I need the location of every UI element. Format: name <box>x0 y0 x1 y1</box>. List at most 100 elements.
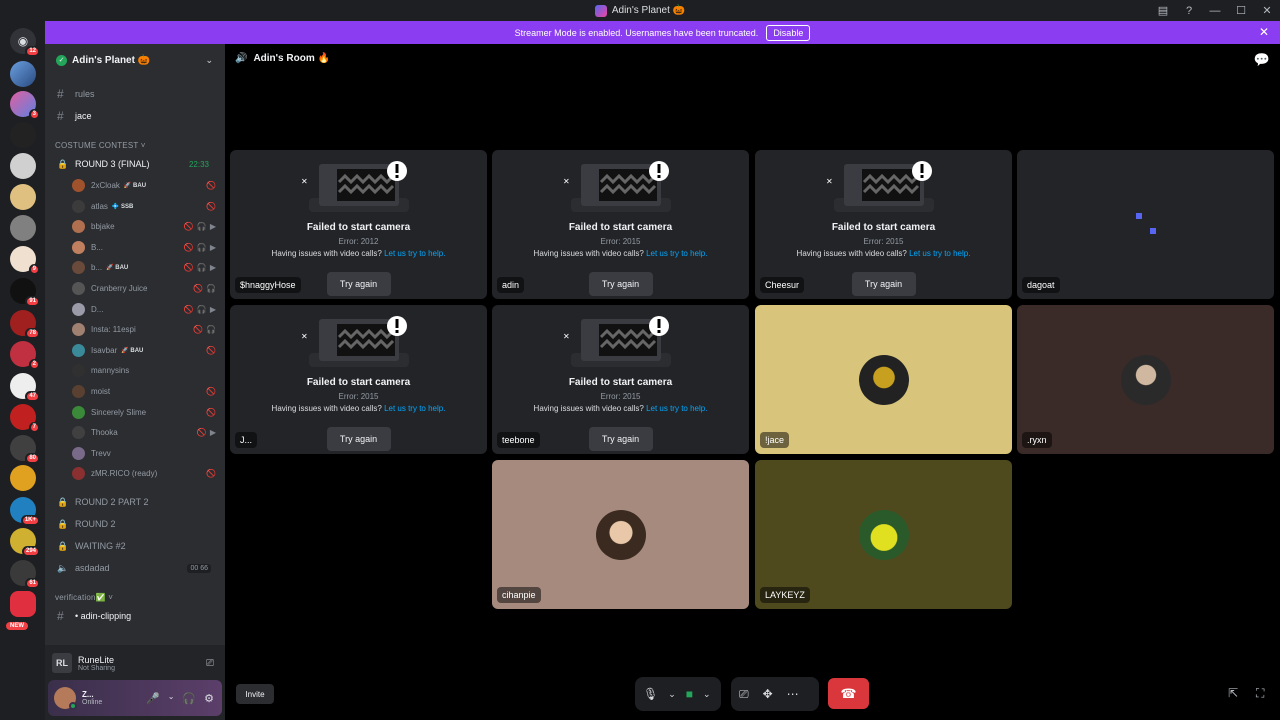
server-icon[interactable]: 91 <box>10 278 40 307</box>
category-costume-contest[interactable]: COSTUME CONTEST ˅ <box>55 141 146 150</box>
inbox-icon[interactable]: ▤ <box>1150 0 1176 21</box>
microphone-icon[interactable]: 🎤 <box>146 692 160 705</box>
voice-user[interactable]: Trevv <box>72 444 220 463</box>
server-icon[interactable] <box>10 122 36 148</box>
voice-user[interactable]: Isavbar 🚀 BAU 🚫 <box>72 341 220 360</box>
server-icon[interactable] <box>10 153 36 179</box>
error-title: Failed to start camera <box>568 222 673 233</box>
video-tile[interactable]: ✕ Failed to start camera Error: 2015 Having… <box>492 305 749 454</box>
invite-button[interactable]: Invite <box>236 684 274 704</box>
category-verification[interactable]: verification✅ ˅ <box>55 593 113 602</box>
avatar[interactable] <box>54 687 77 710</box>
chevron-down-icon[interactable]: ⌄ <box>668 689 676 700</box>
headphones-icon[interactable]: 🎧 <box>182 692 196 705</box>
voice-user[interactable]: 2xCloak 🚀 BAU 🚫 <box>72 176 220 195</box>
help-link[interactable]: Let us try to help. <box>646 249 707 258</box>
server-icon[interactable] <box>10 591 36 617</box>
try-again-button[interactable]: Try again <box>851 272 916 296</box>
more-options-icon[interactable]: ⋯ <box>787 687 799 701</box>
screen-share-icon[interactable]: ⎚ <box>206 658 214 669</box>
help-link[interactable]: Let us try to help. <box>646 404 707 413</box>
video-tile[interactable]: dagoat <box>1017 150 1274 299</box>
voice-user-name: zMR.RICO (ready) <box>91 469 158 479</box>
voice-user[interactable]: D... 🚫 🎧 ▶ <box>72 300 220 319</box>
voice-user[interactable]: Insta: 11espi 🚫 🎧 <box>72 320 220 339</box>
server-icon[interactable] <box>10 184 36 210</box>
fullscreen-icon[interactable]: ⛶ <box>1256 686 1264 701</box>
chat-bubble-icon[interactable]: 💬 <box>1254 52 1270 68</box>
screen-share-icon[interactable]: ⎚ <box>739 687 749 702</box>
voice-user[interactable]: Thooka 🚫 ▶ <box>72 423 220 442</box>
disable-button[interactable]: Disable <box>766 24 811 41</box>
pop-out-icon[interactable]: ⇱ <box>1228 686 1238 700</box>
help-link[interactable]: Let us try to help. <box>384 404 445 413</box>
try-again-button[interactable]: Try again <box>588 272 653 296</box>
voice-user[interactable]: b... 🚀 BAU 🚫 🎧 ▶ <box>72 258 220 277</box>
window-title: Adin's Planet 🎃 <box>611 5 686 16</box>
server-icon[interactable]: 294 <box>10 528 40 557</box>
video-tile[interactable]: ✕ Failed to start camera Error: 2015 Having… <box>230 305 487 454</box>
voice-user[interactable]: atlas 💠 SSB 🚫 <box>72 197 220 216</box>
voice-user-name: B... <box>91 242 104 252</box>
server-icon[interactable]: 2 <box>10 341 40 370</box>
voice-channel-round2-part2[interactable]: 🔒 ROUND 2 PART 2 <box>53 492 219 512</box>
server-header[interactable]: ✓ Adin's Planet 🎃 ⌄ <box>45 44 225 76</box>
chevron-down-icon[interactable]: ⌄ <box>703 689 711 700</box>
close-icon[interactable]: ✕ <box>1259 25 1269 39</box>
voice-channel-round2[interactable]: 🔒 ROUND 2 <box>53 514 219 534</box>
server-icon[interactable]: 47 <box>10 373 40 402</box>
server-icon[interactable] <box>10 215 36 241</box>
server-icon[interactable]: 61 <box>10 560 40 589</box>
disconnect-button[interactable]: ☎ <box>828 678 869 709</box>
voice-user[interactable]: Cranberry Juice 🚫 🎧 <box>72 279 220 298</box>
voice-channel-waiting[interactable]: 🔒 WAITING #2 <box>53 536 219 556</box>
server-icon[interactable]: 78 <box>10 310 40 339</box>
channel-rules[interactable]: # rules <box>53 84 219 104</box>
server-icon[interactable]: 1K+ <box>10 497 40 526</box>
server-icon[interactable]: 3 <box>10 91 40 120</box>
video-tile[interactable]: ✕ Failed to start camera Error: 2015 Having… <box>492 150 749 299</box>
video-tile[interactable]: ✕ Failed to start camera Error: 2012 Having… <box>230 150 487 299</box>
server-icon[interactable]: 9 <box>10 246 40 275</box>
avatar <box>72 385 85 398</box>
avatar <box>595 509 646 560</box>
camera-icon[interactable]: ■ <box>686 687 693 701</box>
help-icon[interactable]: ? <box>1176 0 1202 21</box>
home-button[interactable]: ◉ 12 <box>10 28 40 57</box>
video-tile[interactable]: cihanpie <box>492 460 749 609</box>
voice-channel-asdadad[interactable]: 🔈 asdadad 00 66 <box>53 558 219 578</box>
chevron-down-icon[interactable]: ⌄ <box>168 692 175 705</box>
server-icon[interactable]: 7 <box>10 404 40 433</box>
voice-user[interactable]: mannysins <box>72 361 220 380</box>
video-tile[interactable]: LAYKEYZ <box>755 460 1012 609</box>
video-tile[interactable]: ✕ Failed to start camera Error: 2015 Having… <box>755 150 1012 299</box>
activities-icon[interactable]: ✥ <box>763 687 773 701</box>
try-again-button[interactable]: Try again <box>588 427 653 451</box>
channel-adin-clipping[interactable]: # • adin-clipping <box>53 606 219 626</box>
try-again-button[interactable]: Try again <box>326 427 391 451</box>
avatar <box>72 240 85 254</box>
server-icon[interactable]: 80 <box>10 435 40 464</box>
voice-user[interactable]: moist 🚫 <box>72 382 220 401</box>
server-icon[interactable] <box>10 465 36 491</box>
maximize-button[interactable]: ☐ <box>1228 0 1254 21</box>
try-again-button[interactable]: Try again <box>326 272 391 296</box>
channel-jace[interactable]: # jace <box>53 106 219 126</box>
video-tile[interactable]: !jace <box>755 305 1012 454</box>
voice-user[interactable]: Sincerely Slime 🚫 <box>72 403 220 422</box>
voice-user[interactable]: zMR.RICO (ready) 🚫 <box>72 464 220 483</box>
chevron-down-icon: ⌄ <box>205 54 213 65</box>
voice-user[interactable]: bbjake 🚫 🎧 ▶ <box>72 217 220 236</box>
help-link[interactable]: Let us try to help. <box>384 249 445 258</box>
settings-gear-icon[interactable]: ⚙ <box>204 692 214 705</box>
server-icon[interactable] <box>10 61 36 87</box>
close-window-button[interactable]: ✕ <box>1254 0 1280 21</box>
minimize-button[interactable]: — <box>1202 0 1228 21</box>
microphone-icon[interactable]: 🎙 <box>643 687 658 701</box>
avatar <box>72 179 85 192</box>
account-panel[interactable]: Z... Online 🎤 ⌄ 🎧 ⚙ <box>48 680 222 716</box>
voice-channel-round3[interactable]: 🔒 ROUND 3 (FINAL) 22:33 <box>53 154 219 174</box>
video-tile[interactable]: .ryxn <box>1017 305 1274 454</box>
help-link[interactable]: Let us try to help. <box>909 249 970 258</box>
voice-user[interactable]: B... 🚫 🎧 ▶ <box>72 238 220 257</box>
